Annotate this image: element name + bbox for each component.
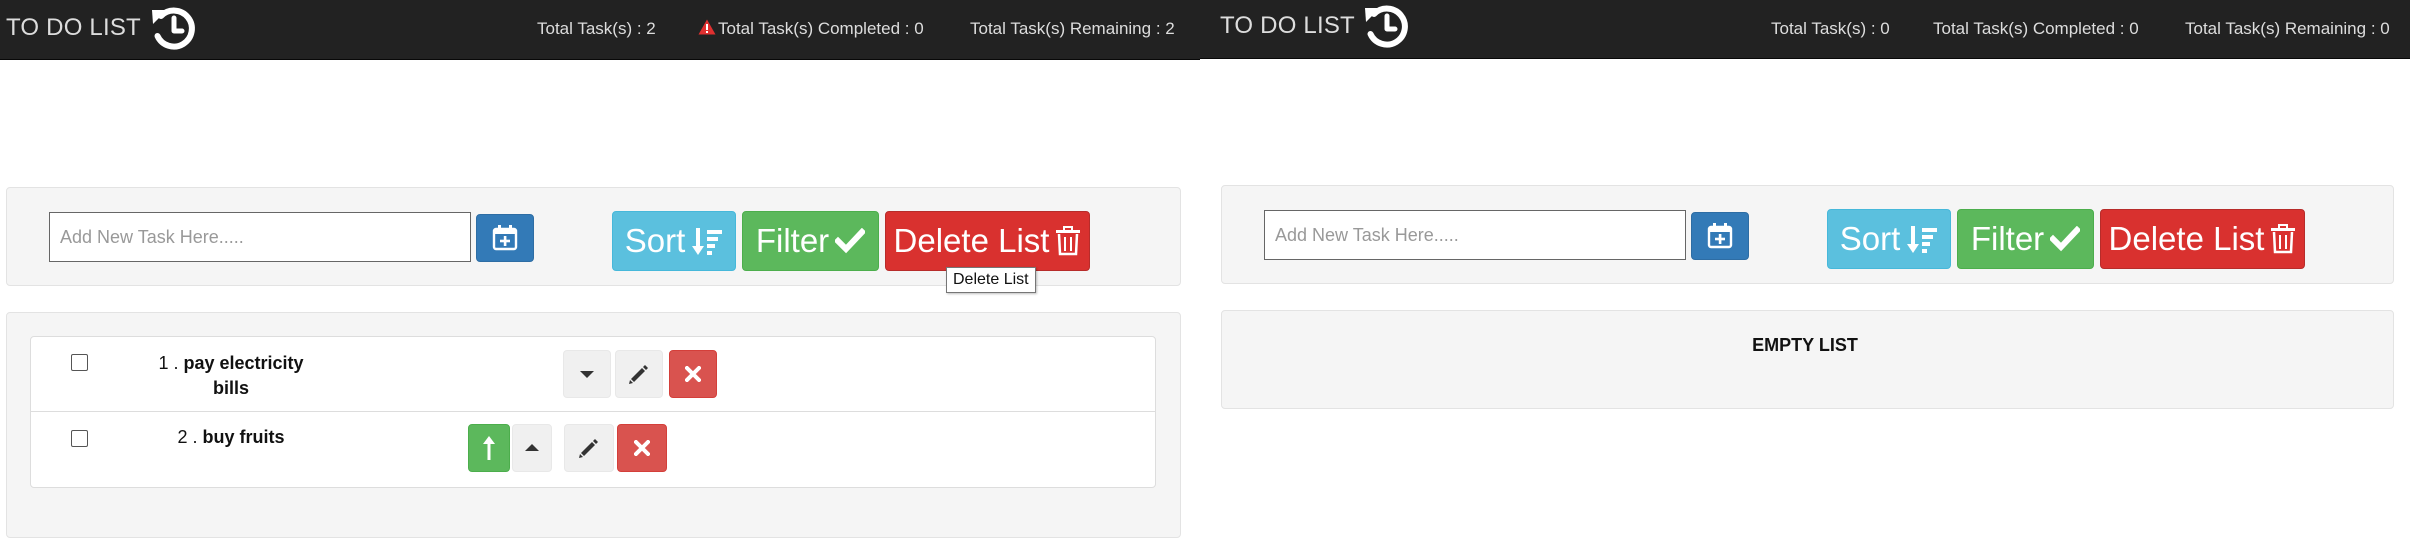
task-row: 2 . buy fruits — [31, 412, 1155, 487]
long-arrow-up-icon — [483, 436, 495, 460]
delete-list-button[interactable]: Delete List — [2100, 209, 2305, 269]
navbar: TO DO LIST Total Task(s) : 2 Total Task(… — [0, 0, 1200, 60]
delete-task-button[interactable] — [669, 350, 717, 398]
delete-list-button[interactable]: Delete List — [885, 211, 1090, 271]
todo-panel-left: TO DO LIST Total Task(s) : 2 Total Task(… — [0, 0, 1200, 554]
todo-panel-right: TO DO LIST Total Task(s) : 0 Total Task(… — [1200, 0, 2410, 554]
total-completed-label: Total Task(s) Completed : 0 — [718, 19, 924, 38]
total-completed-stat: Total Task(s) Completed : 0 — [698, 19, 924, 39]
task-list: 1 . pay electricity bills 2 . buy fruits — [30, 336, 1156, 488]
history-reset-icon[interactable] — [1360, 0, 1414, 54]
close-icon — [685, 366, 701, 382]
task-row: 1 . pay electricity bills — [31, 337, 1155, 412]
history-reset-icon[interactable] — [147, 2, 201, 56]
delete-list-tooltip: Delete List — [946, 267, 1036, 293]
total-completed-stat: Total Task(s) Completed : 0 — [1933, 19, 2139, 38]
add-task-input[interactable] — [49, 212, 471, 262]
sort-amount-desc-icon — [1907, 226, 1938, 253]
calendar-plus-icon — [492, 225, 518, 251]
controls-well: Sort Filter Delete List — [1221, 185, 2394, 284]
total-remaining-stat: Total Task(s) Remaining : 2 — [970, 19, 1175, 38]
sort-button[interactable]: Sort — [1827, 209, 1951, 269]
edit-task-button[interactable] — [564, 424, 614, 472]
add-task-input[interactable] — [1264, 210, 1686, 260]
task-text: 2 . buy fruits — [177, 427, 285, 447]
caret-up-icon — [525, 444, 539, 451]
trash-icon — [2271, 224, 2296, 254]
check-icon — [835, 228, 866, 254]
close-icon — [634, 440, 650, 456]
total-tasks-stat: Total Task(s) : 0 — [1771, 19, 1890, 38]
check-icon — [2050, 226, 2081, 252]
move-down-button[interactable] — [563, 350, 611, 398]
brand-title: TO DO LIST — [1220, 12, 1355, 39]
total-tasks-stat: Total Task(s) : 2 — [537, 19, 656, 38]
add-task-button[interactable] — [1691, 212, 1749, 260]
pencil-icon — [579, 439, 598, 458]
task-complete-checkbox[interactable] — [71, 430, 88, 447]
caret-down-icon — [580, 371, 594, 378]
task-text: 1 . pay electricity bills — [158, 353, 304, 398]
delete-task-button[interactable] — [617, 424, 667, 472]
sort-amount-desc-icon — [692, 228, 723, 255]
trash-icon — [1056, 226, 1081, 256]
warning-triangle-icon — [698, 19, 716, 35]
navbar: TO DO LIST Total Task(s) : 0 Total Task(… — [1200, 0, 2410, 59]
filter-button[interactable]: Filter — [1957, 209, 2094, 269]
total-remaining-stat: Total Task(s) Remaining : 0 — [2185, 19, 2390, 38]
filter-button[interactable]: Filter — [742, 211, 879, 271]
task-complete-checkbox[interactable] — [71, 354, 88, 371]
calendar-plus-icon — [1707, 223, 1733, 249]
tasks-well — [1221, 310, 2394, 409]
move-to-top-button[interactable] — [468, 424, 510, 472]
empty-list-message: EMPTY LIST — [1752, 335, 1858, 355]
edit-task-button[interactable] — [615, 350, 663, 398]
brand-title: TO DO LIST — [6, 14, 141, 41]
pencil-icon — [629, 365, 648, 384]
move-up-button[interactable] — [512, 424, 552, 472]
add-task-button[interactable] — [476, 214, 534, 262]
sort-button[interactable]: Sort — [612, 211, 736, 271]
